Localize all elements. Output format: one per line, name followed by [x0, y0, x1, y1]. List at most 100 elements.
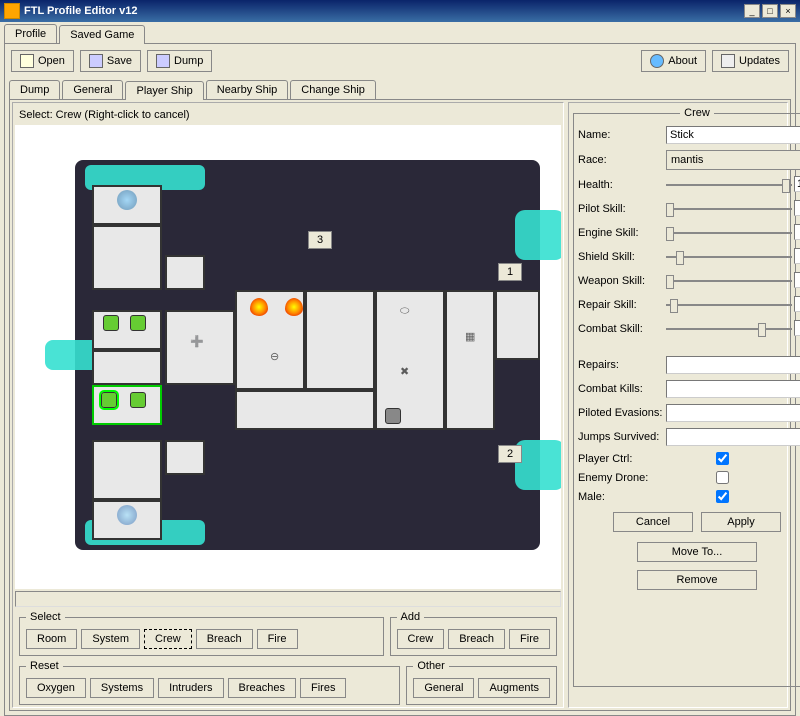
enemy-drone-checkbox[interactable]: [716, 471, 729, 484]
tab-nearby-ship[interactable]: Nearby Ship: [206, 80, 289, 99]
tab-dump[interactable]: Dump: [9, 80, 60, 99]
crew-member[interactable]: [103, 315, 119, 331]
weapon-slot-label: 3: [308, 231, 332, 249]
main-tabs: Profile Saved Game: [0, 22, 800, 43]
crew-panel: Crew Name: Race: mantis Health: 100 Pilo…: [568, 102, 788, 708]
room[interactable]: [92, 350, 162, 385]
repair-slider[interactable]: 1: [666, 296, 800, 314]
room[interactable]: [445, 290, 495, 430]
sub-tabs: Dump General Player Ship Nearby Ship Cha…: [9, 78, 791, 99]
ship-view[interactable]: ➕ ⊖ ⬭ ✖ ▦ 3 1 2: [15, 125, 561, 589]
doors-icon: ▦: [465, 330, 485, 350]
room[interactable]: [495, 290, 540, 360]
toolbar: Open Save Dump About Updates: [9, 48, 791, 74]
engines-icon: ⊖: [270, 350, 290, 370]
sensors-icon: [117, 190, 137, 210]
window-title: FTL Profile Editor v12: [24, 5, 744, 17]
ship-hull: ➕ ⊖ ⬭ ✖ ▦: [75, 160, 540, 550]
room[interactable]: [92, 440, 162, 500]
select-breach-button[interactable]: Breach: [196, 629, 253, 649]
left-panel: Select: Crew (Right-click to cancel): [12, 102, 564, 708]
oxygen-icon: [117, 505, 137, 525]
open-icon: [20, 54, 34, 68]
dump-button[interactable]: Dump: [147, 50, 212, 72]
minimize-button[interactable]: _: [744, 4, 760, 18]
reset-oxygen-button[interactable]: Oxygen: [26, 678, 86, 698]
select-group: Select Room System Crew Breach Fire: [19, 611, 384, 656]
reset-group: Reset Oxygen Systems Intruders Breaches …: [19, 660, 400, 705]
move-to-button[interactable]: Move To...: [637, 542, 757, 562]
crew-member[interactable]: [130, 392, 146, 408]
shield-slider[interactable]: 3: [666, 248, 800, 266]
pilot-slider[interactable]: 0: [666, 200, 800, 218]
dump-icon: [156, 54, 170, 68]
other-general-button[interactable]: General: [413, 678, 474, 698]
work-area: Select: Crew (Right-click to cancel): [9, 99, 791, 711]
weapons-icon: ✖: [400, 365, 420, 385]
remove-button[interactable]: Remove: [637, 570, 757, 590]
other-group: Other General Augments: [406, 660, 557, 705]
updates-button[interactable]: Updates: [712, 50, 789, 72]
tab-profile[interactable]: Profile: [4, 24, 57, 43]
jumps-field[interactable]: [666, 428, 800, 446]
repairs-field[interactable]: [666, 356, 800, 374]
health-slider[interactable]: 100: [666, 176, 800, 194]
male-checkbox[interactable]: [716, 490, 729, 503]
add-crew-button[interactable]: Crew: [397, 629, 445, 649]
help-icon: [650, 54, 664, 68]
fire-icon[interactable]: [285, 298, 303, 316]
select-system-button[interactable]: System: [81, 629, 140, 649]
fire-icon[interactable]: [250, 298, 268, 316]
updates-icon: [721, 54, 735, 68]
room[interactable]: [165, 440, 205, 475]
cancel-button[interactable]: Cancel: [613, 512, 693, 532]
race-select[interactable]: mantis: [666, 150, 800, 170]
reset-breaches-button[interactable]: Breaches: [228, 678, 296, 698]
weapon-slot-label: 2: [498, 445, 522, 463]
add-breach-button[interactable]: Breach: [448, 629, 505, 649]
select-fire-button[interactable]: Fire: [257, 629, 298, 649]
about-button[interactable]: About: [641, 50, 706, 72]
select-hint: Select: Crew (Right-click to cancel): [15, 105, 561, 125]
room[interactable]: [165, 255, 205, 290]
engine-slider[interactable]: 0: [666, 224, 800, 242]
close-button[interactable]: ×: [780, 4, 796, 18]
weapon-slot-label: 1: [498, 263, 522, 281]
tab-general[interactable]: General: [62, 80, 123, 99]
crew-legend: Crew: [680, 107, 714, 119]
reset-fires-button[interactable]: Fires: [300, 678, 346, 698]
add-fire-button[interactable]: Fire: [509, 629, 550, 649]
name-field[interactable]: [666, 126, 800, 144]
save-icon: [89, 54, 103, 68]
room[interactable]: [305, 290, 375, 390]
weapon-slider[interactable]: 0: [666, 272, 800, 290]
scrollbar-horizontal[interactable]: [15, 591, 561, 607]
tab-player-ship[interactable]: Player Ship: [125, 81, 203, 100]
tab-saved-game[interactable]: Saved Game: [59, 25, 145, 44]
crew-member-selected[interactable]: [101, 392, 117, 408]
reset-systems-button[interactable]: Systems: [90, 678, 154, 698]
crew-member[interactable]: [385, 408, 401, 424]
main-content: Open Save Dump About Updates Dump Genera…: [4, 43, 796, 716]
kills-field[interactable]: [666, 380, 800, 398]
save-button[interactable]: Save: [80, 50, 141, 72]
reset-intruders-button[interactable]: Intruders: [158, 678, 223, 698]
open-button[interactable]: Open: [11, 50, 74, 72]
maximize-button[interactable]: □: [762, 4, 778, 18]
tab-change-ship[interactable]: Change Ship: [290, 80, 376, 99]
select-room-button[interactable]: Room: [26, 629, 77, 649]
combat-slider[interactable]: 16: [666, 320, 800, 338]
player-ctrl-checkbox[interactable]: [716, 452, 729, 465]
app-icon: [4, 3, 20, 19]
evasions-field[interactable]: [666, 404, 800, 422]
shields-icon: ⬭: [400, 305, 420, 325]
room[interactable]: [235, 390, 375, 430]
add-group: Add Crew Breach Fire: [390, 611, 557, 656]
apply-button[interactable]: Apply: [701, 512, 781, 532]
select-crew-button[interactable]: Crew: [144, 629, 192, 649]
other-augments-button[interactable]: Augments: [478, 678, 550, 698]
titlebar[interactable]: FTL Profile Editor v12 _ □ ×: [0, 0, 800, 22]
crew-member[interactable]: [130, 315, 146, 331]
room[interactable]: [92, 225, 162, 290]
medbay-icon: ➕: [190, 335, 210, 355]
